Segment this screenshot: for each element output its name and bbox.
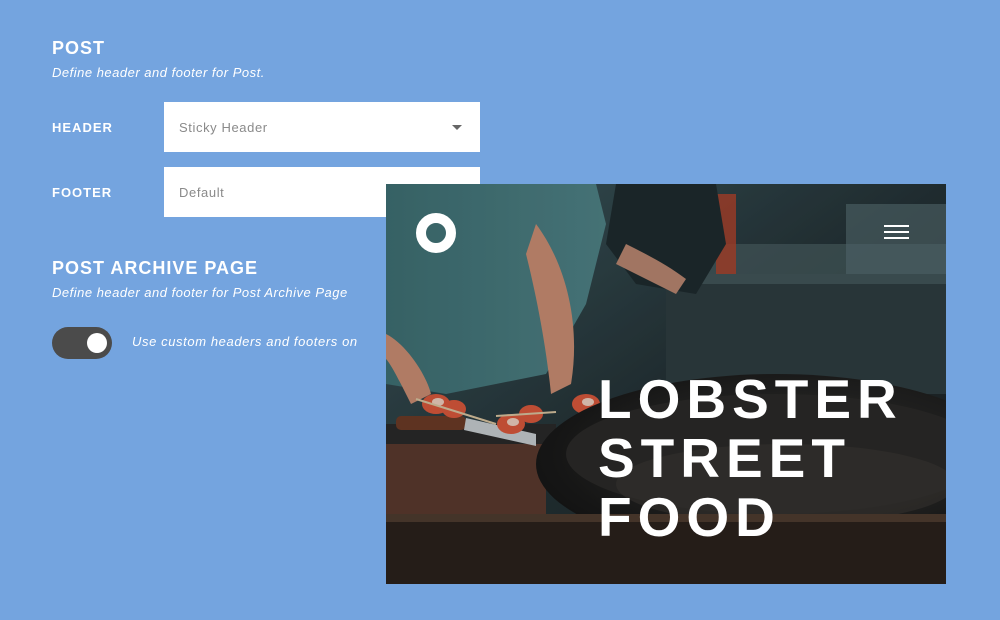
post-section-description: Define header and footer for Post.: [52, 65, 265, 80]
header-field-label: HEADER: [52, 120, 113, 135]
archive-section-description: Define header and footer for Post Archiv…: [52, 285, 348, 300]
toggle-knob: [87, 333, 107, 353]
hero-headline-line-3: FOOD: [598, 486, 781, 548]
dropdown-caret-icon: [452, 125, 462, 130]
custom-headers-toggle[interactable]: [52, 327, 112, 359]
archive-section-title: POST ARCHIVE PAGE: [52, 258, 259, 278]
post-section-title: POST: [52, 38, 106, 58]
hero-headline-line-1: LOBSTER: [598, 368, 903, 430]
hamburger-menu-icon[interactable]: [884, 225, 909, 240]
ring-logo-icon[interactable]: [416, 213, 456, 253]
footer-select-value: Default: [179, 184, 225, 200]
custom-headers-toggle-label: Use custom headers and footers on: [132, 334, 358, 349]
header-select-value: Sticky Header: [179, 119, 268, 135]
footer-field-label: FOOTER: [52, 185, 113, 200]
theme-preview-card: LOBSTER STREET FOOD: [386, 184, 946, 584]
header-select[interactable]: Sticky Header: [164, 102, 480, 152]
hero-headline-line-2: STREET: [598, 427, 851, 489]
hero-headline: LOBSTER STREET FOOD: [598, 370, 903, 547]
